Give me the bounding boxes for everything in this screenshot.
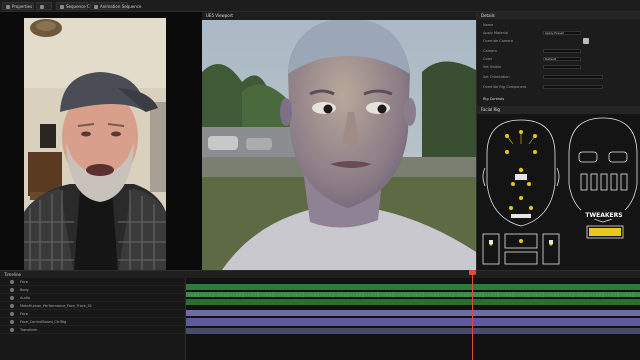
face-control-diagram[interactable]: TWEAKERS: [477, 114, 640, 270]
tweakers-logo: TWEAKERS: [585, 212, 622, 219]
track-row[interactable]: Audio: [0, 294, 186, 302]
orientation-field[interactable]: [543, 75, 603, 79]
folder-icon: [40, 5, 44, 9]
webcam-video: [0, 12, 202, 274]
visibility-icon[interactable]: [10, 312, 14, 316]
details-panel: Details Name Apply Material Apply Preset …: [476, 12, 640, 106]
green-clip[interactable]: [186, 292, 640, 297]
metahuman-render: [202, 12, 476, 270]
viewport-tab[interactable]: UE5 Viewport: [202, 12, 476, 20]
rig-controls-section[interactable]: Rig Controls: [483, 96, 635, 102]
track-row[interactable]: Face: [0, 310, 186, 318]
webcam-panel: [0, 12, 202, 274]
green-clip[interactable]: [186, 299, 640, 305]
detail-row: Name: [483, 23, 494, 27]
toolbar-icon-button[interactable]: [36, 2, 52, 10]
track-row[interactable]: Transform: [0, 326, 186, 334]
viewport[interactable]: [202, 12, 476, 270]
timeline-ruler[interactable]: [185, 270, 640, 285]
properties-icon: [6, 5, 10, 9]
animation-icon: [94, 5, 98, 9]
track-row[interactable]: Body: [0, 286, 186, 294]
apply-preset-dropdown[interactable]: Apply Preset: [543, 31, 581, 35]
detail-row: Apply Material Apply Preset: [483, 30, 635, 36]
visibility-icon[interactable]: [10, 296, 14, 300]
animation-sequence-button[interactable]: Animation Sequence: [90, 2, 141, 10]
purple-clip[interactable]: [186, 328, 640, 334]
sequence-icon: [60, 5, 64, 9]
track-row[interactable]: Face: [0, 278, 186, 286]
details-tab[interactable]: Details: [477, 12, 640, 19]
color-field[interactable]: Default: [543, 57, 581, 61]
timeline-clips[interactable]: [186, 278, 640, 360]
visibility-icon[interactable]: [10, 320, 14, 324]
purple-clip[interactable]: [186, 310, 640, 316]
detail-row: Color Default: [483, 56, 635, 62]
properties-button[interactable]: Properties: [2, 2, 34, 10]
visibility-icon[interactable]: [10, 288, 14, 292]
timeline-track-area[interactable]: [186, 278, 640, 360]
visibility-icon[interactable]: [10, 328, 14, 332]
green-clip[interactable]: [186, 284, 640, 290]
detail-row: Override Camera: [483, 38, 635, 44]
sequence-controls-button[interactable]: Sequence Controls: [56, 2, 104, 10]
detail-row: Override Rig Component: [483, 84, 635, 90]
visibility-icon[interactable]: [10, 280, 14, 284]
purple-clip[interactable]: [186, 318, 640, 326]
thumbnail-swatch[interactable]: [583, 38, 589, 44]
track-list: Face Body Audio MetaHuman_Performance_Fa…: [0, 278, 186, 360]
playhead[interactable]: [472, 272, 473, 360]
visibility-icon[interactable]: [10, 304, 14, 308]
facial-control-board[interactable]: TWEAKERS: [476, 114, 640, 270]
facial-panel-header[interactable]: Facial Rig: [476, 106, 640, 114]
visible-field[interactable]: [543, 65, 581, 69]
top-toolbar: Properties Sequence Controls Animation S…: [0, 0, 640, 12]
detail-row: Camera: [483, 48, 635, 54]
track-row[interactable]: Face_ControlBoard_CtrlRig: [0, 318, 186, 326]
camera-field[interactable]: [543, 49, 581, 53]
rig-component-field[interactable]: [543, 85, 603, 89]
detail-row: Set Orientation: [483, 74, 635, 80]
track-row[interactable]: MetaHuman_Performance_Face_Track_01: [0, 302, 186, 310]
detail-row: Set Visible: [483, 64, 635, 70]
